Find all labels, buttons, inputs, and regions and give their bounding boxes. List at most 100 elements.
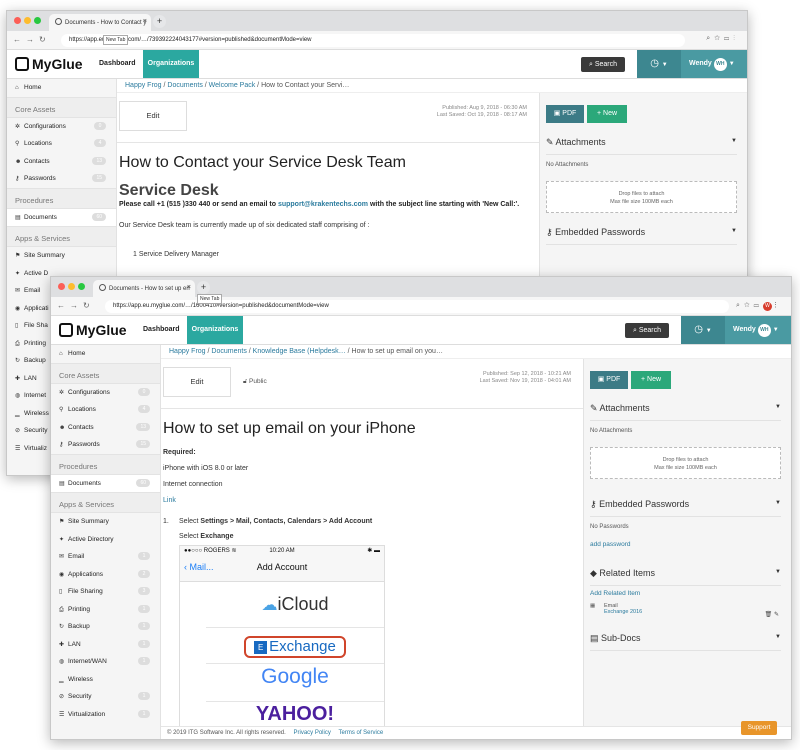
sidebar-item-locations[interactable]: ⚲ Locations 4 bbox=[7, 135, 116, 153]
embedded-passwords-header[interactable]: ⚷ Embedded Passwords ▼ bbox=[546, 227, 737, 245]
browser-tab[interactable]: Documents - How to Contact y × bbox=[49, 14, 151, 31]
forward-icon[interactable]: → bbox=[70, 301, 83, 310]
tab-close-icon[interactable]: × bbox=[187, 284, 191, 291]
sidebar-item-file-sharing[interactable]: ▯ File Sharing 3 bbox=[51, 583, 160, 601]
menu-icon[interactable]: ⋮ bbox=[772, 302, 783, 309]
add-password-link[interactable]: add password bbox=[590, 537, 781, 552]
reload-icon[interactable]: ↻ bbox=[39, 35, 51, 44]
myglue-logo[interactable]: MyGlue bbox=[15, 56, 83, 72]
sidebar-item-site-summary[interactable]: ⚑ Site Summary bbox=[7, 247, 116, 265]
breadcrumb-link[interactable]: Happy Frog bbox=[169, 348, 206, 355]
recent-button[interactable]: ◷ ▼ bbox=[681, 316, 725, 344]
sidebar-item-printing[interactable]: ⎙ Printing 1 bbox=[51, 601, 160, 619]
sidebar-item-wireless[interactable]: ▁ Wireless bbox=[51, 671, 160, 689]
new-tab-button[interactable]: + bbox=[153, 15, 166, 28]
sidebar-item-security[interactable]: ⊘ Security 1 bbox=[51, 688, 160, 706]
sidebar-item-contacts[interactable]: ☻ Contacts 13 bbox=[7, 153, 116, 171]
trash-icon[interactable]: 🗑︎ bbox=[765, 612, 773, 618]
myglue-logo[interactable]: MyGlue bbox=[59, 322, 127, 338]
extension-icon[interactable]: W bbox=[763, 302, 772, 311]
new-button[interactable]: + New bbox=[631, 371, 671, 389]
url-input[interactable]: https://app.eu.myglue.com/…/739392224043… bbox=[61, 34, 685, 47]
caret-down-icon[interactable]: ▼ bbox=[775, 404, 781, 410]
add-related-item-link[interactable]: Add Related Item bbox=[590, 586, 781, 601]
menu-icon[interactable]: ⋮ bbox=[733, 35, 739, 42]
breadcrumb-link[interactable]: Knowledge Base (Helpdesk… bbox=[253, 348, 346, 355]
nav-organizations[interactable]: Organizations bbox=[143, 50, 199, 78]
cast-icon[interactable]: ▭ bbox=[754, 302, 763, 309]
sidebar-item-home[interactable]: ⌂ Home bbox=[7, 79, 116, 97]
nav-dashboard[interactable]: Dashboard bbox=[99, 60, 136, 67]
sidebar-item-documents[interactable]: ▤ Documents 60 bbox=[51, 474, 160, 492]
support-button[interactable]: Support bbox=[741, 721, 777, 735]
minimize-window-button[interactable] bbox=[24, 17, 31, 24]
back-icon[interactable]: ← bbox=[57, 301, 70, 310]
nav-dashboard[interactable]: Dashboard bbox=[143, 326, 180, 333]
user-menu[interactable]: Wendy WH ▼ bbox=[681, 50, 747, 78]
link-text[interactable]: Link bbox=[163, 496, 583, 505]
sidebar-item-home[interactable]: ⌂ Home bbox=[51, 345, 160, 363]
breadcrumb-link[interactable]: Welcome Pack bbox=[209, 82, 256, 89]
close-window-button[interactable] bbox=[14, 17, 21, 24]
sidebar-item-lan[interactable]: ✚ LAN 1 bbox=[51, 636, 160, 654]
sidebar-item-email[interactable]: ✉ Email 1 bbox=[51, 548, 160, 566]
sidebar-item-active-directory[interactable]: ✦ Active Directory bbox=[51, 531, 160, 549]
maximize-window-button[interactable] bbox=[34, 17, 41, 24]
nav-organizations[interactable]: Organizations bbox=[187, 316, 243, 344]
visibility-toggle[interactable]: 🔓︎ Public bbox=[243, 378, 267, 386]
sidebar-item-backup[interactable]: ↻ Backup 1 bbox=[51, 618, 160, 636]
sidebar-item-configurations[interactable]: ✲ Configurations 0 bbox=[51, 384, 160, 402]
browser-tab[interactable]: Documents - How to set up en × bbox=[93, 280, 195, 297]
sidebar-item-applications[interactable]: ◉ Applications 2 bbox=[51, 566, 160, 584]
forward-icon[interactable]: → bbox=[26, 35, 39, 44]
file-drop-zone[interactable]: Drop files to attach Max file size 100MB … bbox=[546, 181, 737, 213]
privacy-policy-link[interactable]: Privacy Policy bbox=[293, 730, 330, 736]
back-icon[interactable]: ← bbox=[13, 35, 26, 44]
zoom-icon[interactable]: ⌕ bbox=[706, 35, 714, 42]
caret-down-icon[interactable]: ▼ bbox=[775, 500, 781, 506]
maximize-window-button[interactable] bbox=[78, 283, 85, 290]
cast-icon[interactable]: ▭ bbox=[724, 35, 733, 42]
sidebar-item-documents[interactable]: ▤ Documents 60 bbox=[7, 208, 116, 226]
pdf-button[interactable]: ▣ PDF bbox=[590, 371, 628, 389]
minimize-window-button[interactable] bbox=[68, 283, 75, 290]
file-drop-zone[interactable]: Drop files to attach Max file size 100MB … bbox=[590, 447, 781, 479]
embedded-passwords-header[interactable]: ⚷ Embedded Passwords ▼ bbox=[590, 499, 781, 517]
related-item-link[interactable]: Exchange 2016 bbox=[604, 609, 781, 615]
caret-down-icon[interactable]: ▼ bbox=[731, 138, 737, 144]
edit-button[interactable]: Edit bbox=[163, 367, 231, 397]
new-tab-button[interactable]: + bbox=[197, 281, 210, 294]
sidebar-item-virtualization[interactable]: ☰ Virtualization 1 bbox=[51, 706, 160, 724]
caret-down-icon[interactable]: ▼ bbox=[775, 569, 781, 575]
sidebar-item-contacts[interactable]: ☻ Contacts 13 bbox=[51, 419, 160, 437]
star-icon[interactable]: ☆ bbox=[744, 302, 754, 309]
edit-button[interactable]: Edit bbox=[119, 101, 187, 131]
pencil-icon[interactable]: ✎ bbox=[774, 612, 779, 618]
sidebar-item-internet[interactable]: ◍ Internet/WAN 1 bbox=[51, 653, 160, 671]
terms-link[interactable]: Terms of Service bbox=[339, 730, 384, 736]
user-menu[interactable]: Wendy WH ▼ bbox=[725, 316, 791, 344]
sidebar-item-locations[interactable]: ⚲ Locations 4 bbox=[51, 401, 160, 419]
sidebar-item-configurations[interactable]: ✲ Configurations 0 bbox=[7, 118, 116, 136]
breadcrumb-link[interactable]: Happy Frog bbox=[125, 82, 162, 89]
recent-button[interactable]: ◷ ▼ bbox=[637, 50, 681, 78]
reload-icon[interactable]: ↻ bbox=[83, 301, 95, 310]
pdf-button[interactable]: ▣ PDF bbox=[546, 105, 584, 123]
breadcrumb-link[interactable]: Documents bbox=[167, 82, 202, 89]
star-icon[interactable]: ☆ bbox=[714, 35, 724, 42]
caret-down-icon[interactable]: ▼ bbox=[775, 634, 781, 640]
attachments-header[interactable]: ✎ Attachments ▼ bbox=[590, 403, 781, 421]
zoom-icon[interactable]: ⌕ bbox=[736, 302, 744, 309]
sidebar-item-passwords[interactable]: ⚷ Passwords 15 bbox=[51, 436, 160, 454]
search-button[interactable]: ⌕ Search bbox=[625, 323, 669, 338]
search-button[interactable]: ⌕ Search bbox=[581, 57, 625, 72]
support-email-link[interactable]: support@krakentechs.com bbox=[278, 201, 368, 208]
tab-close-icon[interactable]: × bbox=[143, 18, 147, 25]
sidebar-item-site-summary[interactable]: ⚑ Site Summary bbox=[51, 513, 160, 531]
new-button[interactable]: + New bbox=[587, 105, 627, 123]
attachments-header[interactable]: ✎ Attachments ▼ bbox=[546, 137, 737, 155]
close-window-button[interactable] bbox=[58, 283, 65, 290]
sub-docs-header[interactable]: ▤ Sub-Docs ▼ bbox=[590, 633, 781, 651]
caret-down-icon[interactable]: ▼ bbox=[731, 228, 737, 234]
related-items-header[interactable]: ◆ Related Items ▼ bbox=[590, 568, 781, 586]
